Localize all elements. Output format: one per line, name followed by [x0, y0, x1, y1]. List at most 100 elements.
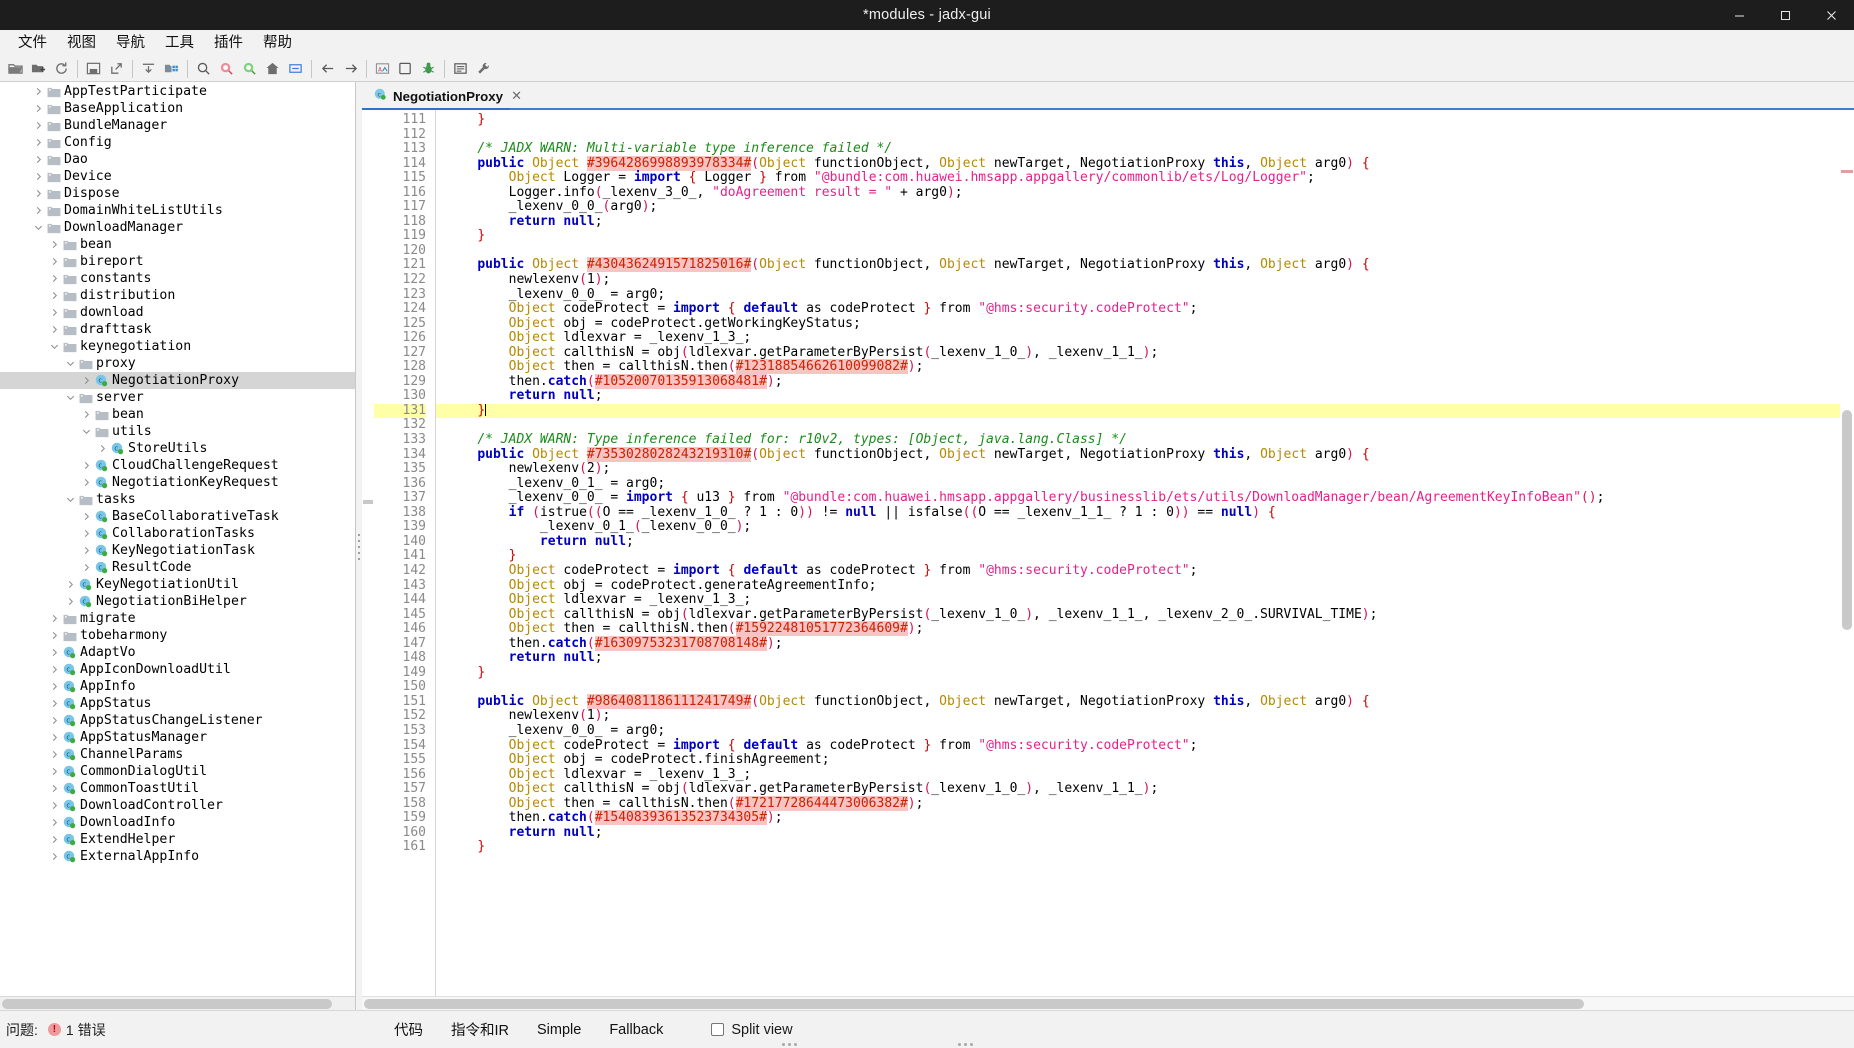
- code-line[interactable]: Object then = callthisN.then(#1721772864…: [436, 795, 1840, 812]
- code-editor[interactable]: 111 112 113 114 115 116 117 118 119 120 121 122 123 1…: [362, 110, 1840, 996]
- menu-plugins[interactable]: 插件: [204, 31, 253, 55]
- tree-item[interactable]: Config: [0, 134, 355, 151]
- chevron-down-icon[interactable]: [64, 495, 77, 504]
- tree-item[interactable]: c AppStatusChangeListener: [0, 712, 355, 729]
- tree-item[interactable]: constants: [0, 270, 355, 287]
- split-view-checkbox[interactable]: [711, 1023, 725, 1036]
- project-tree[interactable]: AppTestParticipate BaseApplication BundleM…: [0, 82, 355, 996]
- code-line[interactable]: public Object #7353028028243219310#(Obje…: [436, 446, 1840, 463]
- chevron-right-icon[interactable]: [48, 682, 61, 691]
- code-line[interactable]: return null;: [436, 825, 1840, 841]
- tree-item[interactable]: Dispose: [0, 185, 355, 202]
- chevron-right-icon[interactable]: [80, 546, 93, 555]
- tree-item[interactable]: distribution: [0, 287, 355, 304]
- code-content[interactable]: } /* JADX WARN: Multi-variable type infe…: [436, 110, 1840, 996]
- chevron-right-icon[interactable]: [64, 580, 77, 589]
- tab-instructions-ir[interactable]: 指令和IR: [437, 1015, 523, 1044]
- code-line[interactable]: Object codeProtect = import { default as…: [436, 738, 1840, 754]
- code-line[interactable]: _lexenv_0_0_ = arg0;: [436, 287, 1840, 303]
- chevron-right-icon[interactable]: [48, 291, 61, 300]
- code-line[interactable]: }: [436, 112, 1840, 128]
- tree-item[interactable]: c ResultCode: [0, 559, 355, 576]
- chevron-right-icon[interactable]: [32, 138, 45, 147]
- tree-item[interactable]: DomainWhiteListUtils: [0, 202, 355, 219]
- reload-icon[interactable]: [50, 58, 73, 80]
- chevron-right-icon[interactable]: [48, 308, 61, 317]
- tab-fallback[interactable]: Fallback: [595, 1018, 677, 1042]
- code-line[interactable]: Object then = callthisN.then(#1231885466…: [436, 359, 1840, 375]
- tree-item[interactable]: keynegotiation: [0, 338, 355, 355]
- code-line[interactable]: }: [436, 229, 1840, 244]
- tree-item[interactable]: c NegotiationBiHelper: [0, 593, 355, 610]
- decompile-bug-icon[interactable]: [417, 58, 440, 80]
- menu-file[interactable]: 文件: [8, 31, 57, 55]
- editor-horizontal-scrollbar[interactable]: [362, 996, 1854, 1010]
- chevron-right-icon[interactable]: [32, 206, 45, 215]
- quark-icon[interactable]: [394, 58, 417, 80]
- tree-item[interactable]: c StoreUtils: [0, 440, 355, 457]
- tree-item[interactable]: Device: [0, 168, 355, 185]
- chevron-right-icon[interactable]: [64, 597, 77, 606]
- code-line[interactable]: Logger.info(_lexenv_3_0_, "doAgreement r…: [436, 185, 1840, 201]
- tree-item[interactable]: drafttask: [0, 321, 355, 338]
- code-line[interactable]: Object codeProtect = import { default as…: [436, 563, 1840, 579]
- tree-item[interactable]: download: [0, 304, 355, 321]
- tree-item[interactable]: utils: [0, 423, 355, 440]
- tab-simple[interactable]: Simple: [523, 1018, 595, 1042]
- error-count[interactable]: ! 1 错误: [47, 1020, 106, 1040]
- code-line[interactable]: _lexenv_0_0_ = arg0;: [436, 723, 1840, 739]
- code-line[interactable]: Object obj = codeProtect.generateAgreeme…: [436, 578, 1840, 594]
- tree-item[interactable]: c KeyNegotiationUtil: [0, 576, 355, 593]
- tree-item[interactable]: bean: [0, 236, 355, 253]
- code-line[interactable]: /* JADX WARN: Type inference failed for:…: [436, 432, 1840, 448]
- code-line[interactable]: then.catch(#15408393613523734305#);: [436, 810, 1840, 826]
- menu-navigation[interactable]: 导航: [106, 31, 155, 55]
- code-line[interactable]: Object ldlexvar = _lexenv_1_3_;: [436, 592, 1840, 608]
- tree-item[interactable]: server: [0, 389, 355, 406]
- chevron-down-icon[interactable]: [64, 359, 77, 368]
- code-line[interactable]: return null;: [436, 214, 1840, 230]
- chevron-right-icon[interactable]: [48, 274, 61, 283]
- chevron-right-icon[interactable]: [48, 852, 61, 861]
- chevron-right-icon[interactable]: [48, 699, 61, 708]
- code-line[interactable]: /* JADX WARN: Multi-variable type infere…: [436, 141, 1840, 157]
- chevron-right-icon[interactable]: [48, 240, 61, 249]
- tree-item[interactable]: c ExtendHelper: [0, 831, 355, 848]
- tree-item[interactable]: c AppStatusManager: [0, 729, 355, 746]
- chevron-right-icon[interactable]: [48, 750, 61, 759]
- tree-item[interactable]: c CloudChallengeRequest: [0, 457, 355, 474]
- tree-item[interactable]: bireport: [0, 253, 355, 270]
- tree-item[interactable]: c KeyNegotiationTask: [0, 542, 355, 559]
- editor-hscroll-thumb[interactable]: [364, 999, 1584, 1009]
- tree-item[interactable]: c ChannelParams: [0, 746, 355, 763]
- code-line[interactable]: newlexenv(1);: [436, 709, 1840, 724]
- text-search-icon[interactable]: [215, 58, 238, 80]
- tree-item[interactable]: c AdaptVo: [0, 644, 355, 661]
- collapse-all-icon[interactable]: [137, 58, 160, 80]
- chevron-right-icon[interactable]: [48, 631, 61, 640]
- code-line[interactable]: [436, 680, 1840, 695]
- split-view-toggle[interactable]: Split view: [711, 1022, 793, 1038]
- tree-item[interactable]: c AppStatus: [0, 695, 355, 712]
- tree-item[interactable]: c CommonToastUtil: [0, 780, 355, 797]
- back-icon[interactable]: [316, 58, 339, 80]
- code-line[interactable]: if (istrue((O == _lexenv_1_0_ ? 1 : 0)) …: [436, 505, 1840, 521]
- chevron-right-icon[interactable]: [32, 172, 45, 181]
- code-line[interactable]: Object obj = codeProtect.finishAgreement…: [436, 752, 1840, 768]
- tree-item-selected[interactable]: c NegotiationProxy: [0, 372, 355, 389]
- code-line[interactable]: return null;: [436, 534, 1840, 550]
- code-line[interactable]: return null;: [436, 389, 1840, 404]
- tree-item[interactable]: Dao: [0, 151, 355, 168]
- code-line[interactable]: return null;: [436, 650, 1840, 666]
- deobfuscation-icon[interactable]: A: [371, 58, 394, 80]
- save-icon[interactable]: [82, 58, 105, 80]
- code-line[interactable]: public Object #3964286998893978334#(Obje…: [436, 155, 1840, 172]
- flat-packages-icon[interactable]: [160, 58, 183, 80]
- menu-view[interactable]: 视图: [57, 31, 106, 55]
- chevron-down-icon[interactable]: [64, 393, 77, 402]
- code-line[interactable]: Object codeProtect = import { default as…: [436, 301, 1840, 317]
- comment-search-icon[interactable]: [238, 58, 261, 80]
- tree-item[interactable]: DownloadManager: [0, 219, 355, 236]
- chevron-right-icon[interactable]: [80, 410, 93, 419]
- editor-error-margin[interactable]: [362, 110, 374, 996]
